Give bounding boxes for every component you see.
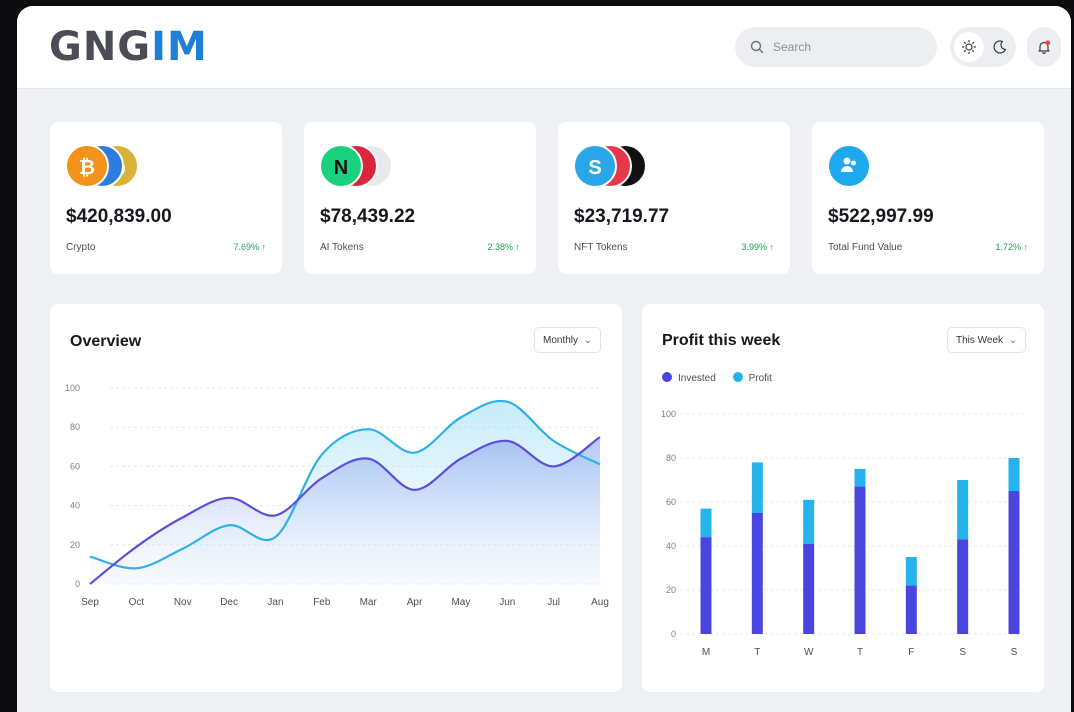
x-tick-label: Nov (174, 597, 192, 608)
x-tick-label: S (959, 647, 966, 658)
y-tick-label: 40 (70, 501, 80, 511)
y-tick-label: 80 (70, 422, 80, 432)
overview-panel: Overview Monthly ⌄ 0 20 40 60 80 100 Sep Oct Nov D… (50, 304, 622, 692)
invested-bar (854, 486, 866, 634)
x-tick-label: Mar (360, 597, 378, 608)
logo[interactable]: GNGIM (49, 22, 208, 72)
x-tick-label: S (1011, 647, 1018, 658)
stat-label: AI Tokens (320, 242, 364, 253)
invested-bar (905, 585, 917, 634)
stat-card-nft-tokens[interactable]: ✕ ) S $23,719.77 NFT Tokens 3.99% ↑ (558, 122, 790, 274)
stat-change: 3.99% ↑ (741, 242, 774, 252)
profit-bar (957, 480, 969, 540)
x-tick-label: Jan (267, 597, 283, 608)
stat-change: 7.69% ↑ (233, 242, 266, 252)
stat-amount: $420,839.00 (66, 206, 172, 227)
profit-bar (854, 469, 866, 487)
nft-tokens-icon: ✕ ) S (573, 144, 693, 188)
stat-label: NFT Tokens (574, 242, 628, 253)
bitcoin-icon: ₿ (65, 144, 109, 188)
stat-amount: $23,719.77 (574, 206, 670, 227)
stat-change: 2.38% ↑ (487, 242, 520, 252)
stat-amount: $522,997.99 (828, 206, 934, 227)
sun-icon (961, 39, 977, 55)
theme-toggle[interactable] (950, 27, 1016, 67)
stat-card-total-fund[interactable]: $522,997.99 Total Fund Value 1.72% ↑ (812, 122, 1044, 274)
x-tick-label: Feb (313, 597, 331, 608)
crypto-coins-icon: ◎ D ₿ (65, 144, 185, 188)
invested-bar (751, 513, 763, 634)
y-tick-label: 60 (666, 497, 676, 507)
dashboard-window: GNGIM Search ◎ D ₿ $420,839.00 Crypto 7.… (17, 6, 1071, 712)
x-tick-label: Apr (407, 597, 423, 608)
stat-label: Total Fund Value (828, 242, 903, 253)
x-tick-label: F (908, 647, 914, 658)
total-fund-icon (827, 144, 947, 188)
invested-bar (803, 543, 815, 634)
near-token-icon: N (319, 144, 363, 188)
stat-label: Crypto (66, 242, 96, 253)
moon-icon[interactable] (992, 39, 1008, 55)
y-tick-label: 60 (70, 461, 80, 471)
notification-button[interactable] (1027, 27, 1061, 67)
profit-bar (1008, 458, 1020, 491)
x-tick-label: Oct (129, 597, 145, 608)
x-tick-label: May (451, 597, 470, 608)
s-token-icon: S (573, 144, 617, 188)
x-tick-label: Sep (81, 597, 99, 608)
x-tick-label: Dec (220, 597, 238, 608)
x-tick-label: Jun (499, 597, 515, 608)
profit-bar (803, 499, 815, 544)
stat-card-crypto[interactable]: ◎ D ₿ $420,839.00 Crypto 7.69% ↑ (50, 122, 282, 274)
logo-accent: IM (151, 24, 208, 70)
users-icon (827, 144, 871, 188)
logo-main: GNG (49, 24, 152, 70)
stat-change: 1.72% ↑ (995, 242, 1028, 252)
bell-icon (1038, 40, 1051, 54)
search-placeholder: Search (773, 40, 812, 54)
profit-bar (905, 557, 917, 586)
overview-chart: 0 20 40 60 80 100 Sep Oct Nov Dec Jan Feb Mar Apr May J… (65, 383, 609, 608)
top-bar: GNGIM Search (17, 6, 1071, 89)
search-input[interactable]: Search (735, 27, 937, 67)
y-tick-label: 80 (666, 453, 676, 463)
profit-panel: Profit this week This Week ⌄ Invested Pro… (642, 304, 1044, 692)
stat-amount: $78,439.22 (320, 206, 416, 227)
x-tick-label: W (804, 647, 814, 658)
y-tick-label: 100 (661, 409, 676, 419)
x-tick-label: Aug (591, 597, 609, 608)
ai-tokens-icon: › D N (319, 144, 439, 188)
invested-bar (1008, 491, 1020, 634)
y-tick-label: 0 (671, 629, 676, 639)
stat-card-ai-tokens[interactable]: › D N $78,439.22 AI Tokens 2.38% ↑ (304, 122, 536, 274)
profit-chart: 0 20 40 60 80 100 M T W T F S S (661, 409, 1028, 658)
invested-bar (700, 537, 712, 634)
y-tick-label: 20 (70, 540, 80, 550)
search-icon (750, 40, 764, 54)
profit-bar (700, 508, 712, 538)
y-tick-label: 100 (65, 383, 80, 393)
y-tick-label: 40 (666, 541, 676, 551)
x-tick-label: T (857, 647, 863, 658)
profit-bar (751, 462, 763, 513)
light-mode-button[interactable] (954, 32, 984, 62)
invested-bar (957, 539, 969, 634)
x-tick-label: Jul (547, 597, 560, 608)
x-tick-label: T (754, 647, 760, 658)
x-tick-label: M (702, 647, 710, 658)
y-tick-label: 20 (666, 585, 676, 595)
y-tick-label: 0 (75, 579, 80, 589)
